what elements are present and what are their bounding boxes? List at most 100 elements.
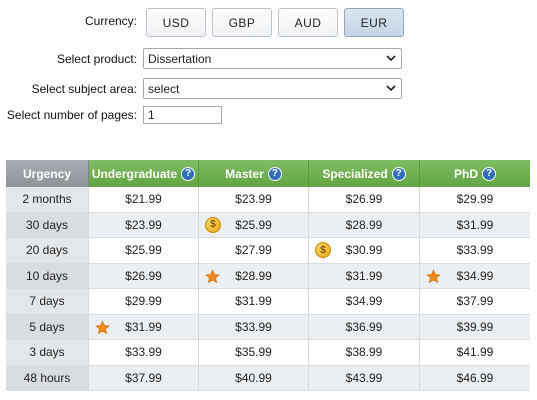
currency-gbp-button[interactable]: GBP — [212, 8, 272, 37]
price-value: $35.99 — [235, 345, 272, 360]
price-value: $28.99 — [345, 217, 383, 232]
price-value: $28.99 — [235, 268, 272, 283]
product-select[interactable]: Dissertation — [143, 48, 402, 69]
subject-select-value: select — [148, 81, 180, 96]
price-cell[interactable]: $25.99 — [89, 238, 199, 263]
price-cell[interactable]: $ $30.99 — [309, 238, 420, 263]
currency-eur-button[interactable]: EUR — [344, 8, 404, 37]
price-cell[interactable]: $34.99 — [309, 289, 420, 314]
header-label: Undergraduate — [91, 166, 178, 181]
header-label: Urgency — [22, 166, 72, 181]
price-cell[interactable]: $27.99 — [199, 238, 309, 263]
price-cell[interactable]: $40.99 — [199, 365, 309, 390]
price-value: $30.99 — [345, 243, 383, 258]
price-value: $34.99 — [456, 268, 494, 283]
price-cell[interactable]: $21.99 — [89, 187, 199, 212]
price-value: $36.99 — [345, 319, 383, 334]
urgency-cell: 5 days — [6, 314, 89, 339]
price-value: $38.99 — [345, 345, 383, 360]
star-icon — [205, 268, 220, 284]
price-cell[interactable]: $28.99 — [199, 263, 309, 288]
price-value: $33.99 — [125, 345, 162, 360]
price-cell[interactable]: $31.99 — [89, 314, 199, 339]
subject-select[interactable]: select — [143, 78, 402, 99]
price-value: $37.99 — [125, 370, 162, 385]
price-cell[interactable]: $36.99 — [309, 314, 420, 339]
price-value: $29.99 — [456, 192, 494, 207]
coin-icon: $ — [315, 242, 331, 258]
price-value: $33.99 — [456, 243, 494, 258]
price-cell[interactable]: $39.99 — [420, 315, 530, 340]
price-cell[interactable]: $41.99 — [420, 340, 530, 365]
table-row: 3 days $33.99 $35.99 $38.99 $41.99 — [6, 340, 530, 366]
urgency-cell: 48 hours — [6, 365, 89, 390]
price-cell[interactable]: $23.99 — [199, 187, 309, 212]
order-form: Currency: USD GBP AUD EUR Select product… — [0, 0, 537, 150]
price-value: $29.99 — [125, 294, 162, 309]
table-row: 20 days $25.99 $27.99 $ $30.99 $33.99 — [6, 238, 530, 264]
price-value: $25.99 — [235, 217, 272, 232]
table-row: 2 months $21.99 $23.99 $26.99 $29.99 — [6, 187, 530, 213]
header-phd: PhD? — [420, 160, 530, 187]
price-cell[interactable]: $33.99 — [89, 340, 199, 365]
price-cell[interactable]: $23.99 — [89, 212, 199, 237]
urgency-cell: 7 days — [6, 289, 89, 314]
header-undergraduate: Undergraduate? — [89, 160, 199, 187]
help-icon[interactable]: ? — [391, 166, 406, 181]
price-value: $23.99 — [235, 192, 272, 207]
table-row: 48 hours $37.99 $40.99 $43.99 $46.99 — [6, 365, 530, 391]
price-cell[interactable]: $38.99 — [309, 340, 420, 365]
urgency-cell: 3 days — [6, 340, 89, 365]
currency-aud-button[interactable]: AUD — [278, 8, 338, 37]
table-row: 7 days $29.99 $31.99 $34.99 $37.99 — [6, 289, 530, 315]
help-icon[interactable]: ? — [482, 166, 496, 181]
price-cell[interactable]: $26.99 — [89, 263, 199, 288]
header-specialized: Specialized? — [309, 160, 420, 187]
price-cell[interactable]: $43.99 — [309, 365, 420, 390]
header-label: PhD — [454, 166, 478, 181]
product-label: Select product: — [56, 52, 137, 66]
coin-icon: $ — [205, 216, 221, 233]
price-value: $41.99 — [456, 345, 494, 360]
price-value: $34.99 — [345, 294, 383, 309]
help-icon[interactable]: ? — [181, 166, 196, 181]
price-value: $26.99 — [125, 268, 162, 283]
header-label: Master — [225, 166, 264, 181]
price-cell[interactable]: $29.99 — [89, 289, 199, 314]
price-cell[interactable]: $31.99 — [420, 213, 530, 238]
price-cell[interactable]: $33.99 — [199, 314, 309, 339]
star-icon — [426, 268, 441, 284]
price-cell[interactable]: $37.99 — [89, 365, 199, 390]
currency-usd-button[interactable]: USD — [146, 8, 206, 37]
price-cell[interactable]: $34.99 — [420, 264, 530, 289]
price-value: $39.99 — [456, 319, 494, 334]
chevron-down-icon — [386, 85, 396, 92]
price-cell[interactable]: $37.99 — [420, 289, 530, 314]
table-body: 2 months $21.99 $23.99 $26.99 $29.99 30 days $… — [6, 187, 530, 391]
price-cell[interactable]: $35.99 — [199, 340, 309, 365]
star-icon — [95, 319, 110, 335]
product-select-value: Dissertation — [148, 51, 212, 66]
help-icon[interactable]: ? — [267, 166, 282, 181]
price-cell[interactable]: $31.99 — [199, 289, 309, 314]
price-value: $43.99 — [345, 370, 383, 385]
price-value: $33.99 — [235, 319, 272, 334]
price-cell[interactable]: $33.99 — [420, 238, 530, 263]
pages-input[interactable]: 1 — [143, 106, 222, 124]
chevron-down-icon — [386, 55, 396, 62]
urgency-cell: 10 days — [6, 263, 89, 288]
price-cell[interactable]: $26.99 — [309, 187, 420, 212]
price-cell[interactable]: $28.99 — [309, 212, 420, 237]
price-value: $26.99 — [345, 192, 383, 207]
price-value: $31.99 — [345, 268, 383, 283]
table-row: 30 days $23.99 $ $25.99 $28.99 $31.99 — [6, 212, 530, 238]
price-cell[interactable]: $31.99 — [309, 263, 420, 288]
header-label: Specialized — [322, 166, 388, 181]
price-cell[interactable]: $46.99 — [420, 366, 530, 391]
price-cell[interactable]: $ $25.99 — [199, 212, 309, 237]
price-cell[interactable]: $29.99 — [420, 187, 530, 212]
table-row: 10 days $26.99 $28.99 $31.99 $34.99 — [6, 263, 530, 289]
urgency-cell: 2 months — [6, 187, 89, 212]
table-header: Urgency Undergraduate? Master? Specializ… — [6, 160, 530, 187]
urgency-cell: 30 days — [6, 212, 89, 237]
